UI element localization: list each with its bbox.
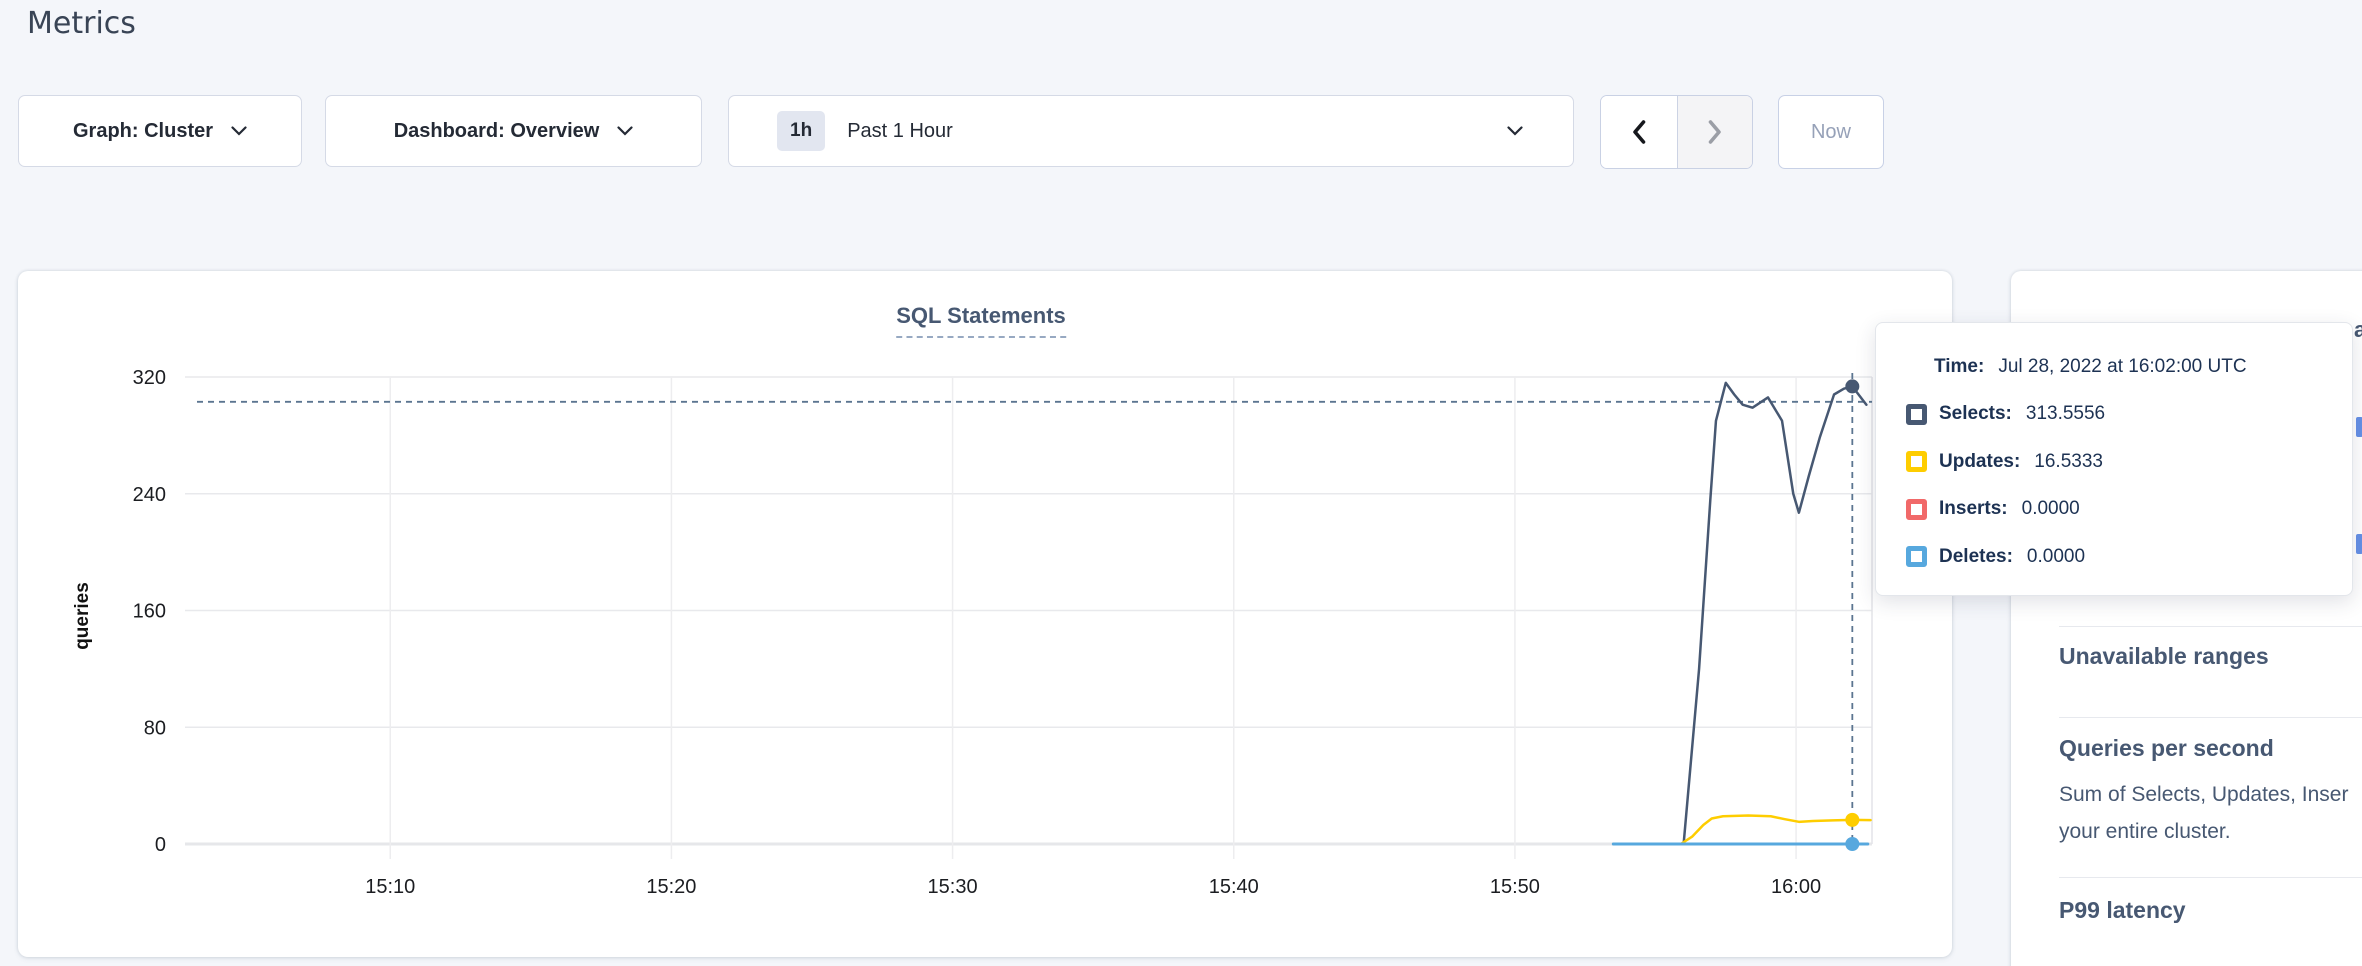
clipped-link-fragment [2356, 417, 2362, 437]
x-tick-label: 15:40 [1209, 876, 1259, 898]
sidebar-item-description: Sum of Selects, Updates, Inser [2059, 783, 2348, 807]
time-range-badge: 1h [777, 111, 825, 151]
updates-legend-icon [1906, 451, 1927, 472]
tooltip-series-row: Inserts: 0.0000 [1876, 486, 2352, 534]
time-range-label: Past 1 Hour [847, 120, 953, 143]
y-tick-label: 0 [155, 834, 166, 856]
y-tick-label: 80 [144, 717, 166, 739]
x-tick-label: 16:00 [1771, 876, 1821, 898]
tooltip-series-value: 0.0000 [2022, 498, 2080, 520]
x-tick-label: 15:50 [1490, 876, 1540, 898]
tooltip-series-row: Deletes: 0.0000 [1876, 533, 2352, 581]
clipped-text-fragment: a [2354, 317, 2362, 343]
tooltip-time-value: Jul 28, 2022 at 16:02:00 UTC [1998, 356, 2246, 378]
tooltip-series-value: 0.0000 [2027, 546, 2085, 568]
tooltip-time-row: Time: Jul 28, 2022 at 16:02:00 UTC [1876, 343, 2352, 391]
chevron-down-icon [617, 126, 633, 136]
x-tick-label: 15:30 [928, 876, 978, 898]
inserts-legend-icon [1906, 499, 1927, 520]
series-line-updates [1613, 816, 1870, 844]
selects-legend-icon [1906, 404, 1927, 425]
y-tick-label: 320 [133, 367, 166, 389]
clipped-link-fragment [2356, 534, 2362, 554]
y-tick-label: 160 [133, 601, 166, 623]
tooltip-series-label: Deletes: [1939, 546, 2013, 568]
time-range-dropdown[interactable]: 1h Past 1 Hour [728, 95, 1574, 167]
page-title: Metrics [27, 6, 136, 41]
deletes-legend-icon [1906, 546, 1927, 567]
y-axis-label: queries [72, 582, 93, 650]
series-line-selects [1613, 383, 1866, 844]
next-time-button[interactable] [1677, 96, 1753, 168]
time-pager [1600, 95, 1753, 169]
tooltip-series-label: Selects: [1939, 403, 2012, 425]
tooltip-series-row: Selects: 313.5556 [1876, 391, 2352, 439]
tooltip-series-value: 16.5333 [2034, 451, 2103, 473]
chevron-down-icon [1507, 126, 1523, 136]
tooltip-series-label: Updates: [1939, 451, 2020, 473]
sidebar-item-p99-latency: P99 latency [2059, 897, 2186, 924]
sidebar-item-description: your entire cluster. [2059, 820, 2231, 844]
graph-scope-dropdown[interactable]: Graph: Cluster [18, 95, 302, 167]
x-tick-label: 15:20 [646, 876, 696, 898]
metrics-page: { "page": { "title": "Metrics" }, "toolb… [0, 0, 2362, 966]
sidebar-divider [2059, 877, 2362, 878]
hover-dot-updates [1845, 813, 1859, 827]
y-tick-label: 240 [133, 484, 166, 506]
hover-dot-deletes [1845, 837, 1859, 851]
sidebar-item-unavailable-ranges: Unavailable ranges [2059, 643, 2269, 670]
graph-scope-label: Graph: Cluster [73, 120, 213, 143]
tooltip-series-label: Inserts: [1939, 498, 2008, 520]
dashboard-dropdown[interactable]: Dashboard: Overview [325, 95, 702, 167]
sidebar-divider [2059, 626, 2362, 627]
hover-dot-selects [1845, 379, 1859, 393]
tooltip-time-label: Time: [1934, 356, 1984, 378]
prev-time-button[interactable] [1601, 96, 1677, 168]
chevron-right-icon [1706, 119, 1724, 145]
dashboard-label: Dashboard: Overview [394, 120, 600, 143]
tooltip-series-value: 313.5556 [2026, 403, 2105, 425]
chart-tooltip: Time: Jul 28, 2022 at 16:02:00 UTC Selec… [1875, 322, 2353, 596]
sql-statements-card: SQL Statements 08016024032015:1015:2015:… [18, 271, 1952, 957]
chevron-left-icon [1630, 119, 1648, 145]
sql-statements-chart[interactable]: 0 80 160 240 320 15:10 15:20 15:30 15:40 15:50 16:… [18, 271, 1952, 957]
chevron-down-icon [231, 126, 247, 136]
sidebar-divider [2059, 717, 2362, 718]
now-button[interactable]: Now [1778, 95, 1884, 169]
x-tick-label: 15:10 [365, 876, 415, 898]
tooltip-series-row: Updates: 16.5333 [1876, 438, 2352, 486]
sidebar-item-queries-per-second: Queries per second [2059, 735, 2274, 762]
